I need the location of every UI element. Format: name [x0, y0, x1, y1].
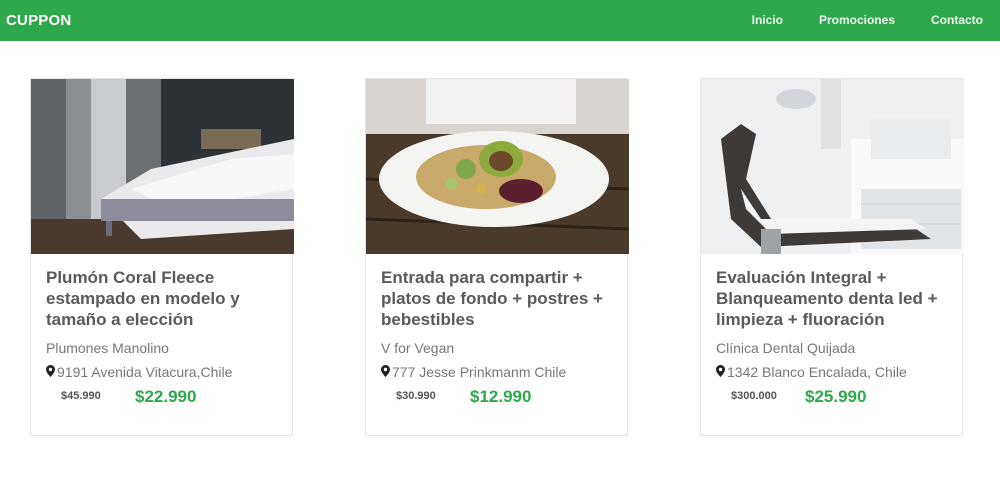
map-pin-icon	[46, 364, 55, 380]
store-name: Plumones Manolino	[46, 340, 169, 356]
nav-links: Inicio Promociones Contacto	[716, 13, 983, 27]
deal-card[interactable]: Entrada para compartir + platos de fondo…	[365, 78, 629, 436]
address-text: 9191 Avenida Vitacura,Chile	[57, 364, 233, 380]
map-pin-icon	[381, 364, 390, 380]
brand-logo[interactable]: CUPPON	[6, 12, 71, 29]
navbar: CUPPON Inicio Promociones Contacto	[0, 0, 1000, 41]
old-price: $300.000	[731, 390, 777, 402]
address-text: 777 Jesse Prinkmanm Chile	[392, 364, 567, 380]
deal-card[interactable]: Plumón Coral Fleece estampado en modelo …	[30, 78, 294, 436]
new-price: $22.990	[135, 387, 197, 406]
old-price: $45.990	[61, 390, 101, 402]
nav-link-contacto[interactable]: Contacto	[931, 13, 983, 27]
address: 9191 Avenida Vitacura,Chile	[46, 364, 232, 380]
salad-photo[interactable]	[366, 79, 629, 254]
dental-chair-photo[interactable]	[701, 79, 964, 254]
new-price: $12.990	[470, 387, 532, 406]
deal-title[interactable]: Evaluación Integral + Blanqueamento dent…	[716, 267, 951, 330]
address: 777 Jesse Prinkmanm Chile	[381, 364, 566, 380]
new-price: $25.990	[805, 387, 867, 406]
deal-title[interactable]: Entrada para compartir + platos de fondo…	[381, 267, 616, 330]
old-price: $30.990	[396, 390, 436, 402]
nav-link-inicio[interactable]: Inicio	[752, 13, 783, 27]
map-pin-icon	[716, 364, 725, 380]
address: 1342 Blanco Encalada, Chile	[716, 364, 907, 380]
nav-link-promociones[interactable]: Promociones	[819, 13, 895, 27]
bedroom-photo[interactable]	[31, 79, 294, 254]
address-text: 1342 Blanco Encalada, Chile	[727, 364, 907, 380]
store-name: Clínica Dental Quijada	[716, 340, 856, 356]
deal-card[interactable]: Evaluación Integral + Blanqueamento dent…	[700, 78, 964, 436]
deal-title[interactable]: Plumón Coral Fleece estampado en modelo …	[46, 267, 281, 330]
store-name: V for Vegan	[381, 340, 455, 356]
